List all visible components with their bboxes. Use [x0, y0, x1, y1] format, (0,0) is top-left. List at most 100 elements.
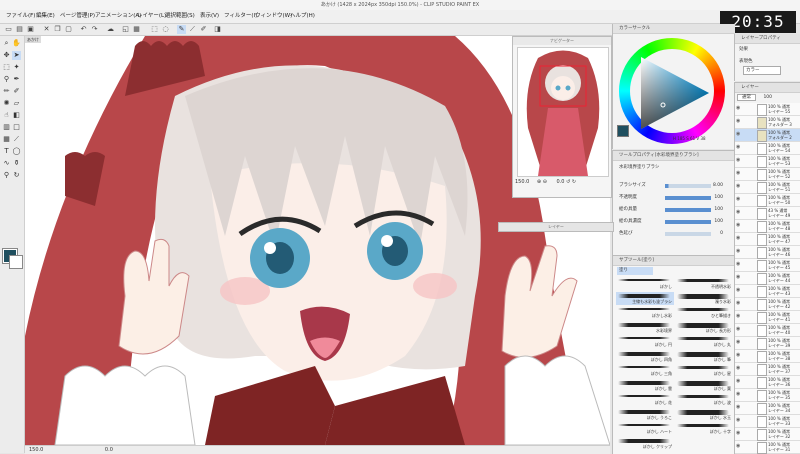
ruler-icon[interactable]: ⟋ — [188, 25, 197, 34]
visibility-eye-icon[interactable]: ◉ — [736, 392, 741, 397]
transform-icon[interactable]: ◱ — [121, 25, 130, 34]
menu-help[interactable]: ヘルプ(H) — [290, 10, 315, 23]
grid-icon[interactable]: ▦ — [132, 25, 141, 34]
menu-filter[interactable]: フィルター(I) — [224, 10, 257, 23]
airbrush-icon[interactable]: ✺ — [2, 99, 11, 108]
navigator-angle-value[interactable]: 0.0 — [557, 179, 565, 185]
prop-paint-density[interactable]: 絵の具濃度 100 — [619, 217, 729, 227]
visibility-eye-icon[interactable]: ◉ — [736, 314, 741, 319]
undo-icon[interactable]: ↶ — [79, 25, 88, 34]
layer-row[interactable]: ◉ 100 % 通常 レイヤー 32 — [735, 428, 800, 441]
visibility-eye-icon[interactable]: ◉ — [736, 418, 741, 423]
brush-preset[interactable]: ぼかし水彩 — [616, 306, 674, 319]
new-file-icon[interactable]: ▭ — [4, 25, 13, 34]
blend-icon[interactable]: ☝ — [2, 111, 11, 120]
visibility-eye-icon[interactable]: ◉ — [736, 106, 741, 111]
frame-icon[interactable]: ▦ — [2, 135, 11, 144]
brush-preset[interactable]: ぼかし 星 — [675, 364, 733, 377]
layer-row[interactable]: ◉ 100 % 通常 レイヤー 53 — [735, 155, 800, 168]
visibility-eye-icon[interactable]: ◉ — [736, 405, 741, 410]
visibility-eye-icon[interactable]: ◉ — [736, 301, 741, 306]
redo-icon[interactable]: ↷ — [90, 25, 99, 34]
menu-window[interactable]: ウィンドウ(W) — [255, 10, 292, 23]
visibility-eye-icon[interactable]: ◉ — [736, 366, 741, 371]
brush-preset[interactable]: 水彩境界 — [616, 321, 674, 334]
layer-row[interactable]: ◉ 100 % 通常 レイヤー 38 — [735, 350, 800, 363]
sub-tool-group-tab[interactable]: 塗り — [617, 267, 653, 275]
navigator-zoom-value[interactable]: 150.0 — [515, 179, 529, 185]
visibility-eye-icon[interactable]: ◉ — [736, 119, 741, 124]
layer-row[interactable]: ◉ 100 % 通常 レイヤー 51 — [735, 181, 800, 194]
visibility-eye-icon[interactable]: ◉ — [736, 379, 741, 384]
brush-preset[interactable]: ぼかし 円 — [616, 335, 674, 348]
prop-opacity[interactable]: 不透明度 100 — [619, 193, 729, 203]
eraser-icon[interactable]: ▱ — [12, 99, 21, 108]
lasso-icon[interactable]: ◌ — [161, 25, 170, 34]
current-color-swatch[interactable] — [617, 125, 629, 137]
brush-preset[interactable]: ぼかし 四角 — [616, 350, 674, 363]
layer-row[interactable]: ◉ 100 % 通常 レイヤー 47 — [735, 233, 800, 246]
layer-row[interactable]: ◉ 100 % 通常 レイヤー 31 — [735, 441, 800, 454]
pen-mode-icon[interactable]: ✎ — [177, 25, 186, 34]
ruler-tool-icon[interactable]: ⟋ — [12, 135, 21, 144]
brush-preset[interactable]: ぼかし クリップ — [616, 437, 674, 450]
menu-selection[interactable]: 選択範囲(S) — [165, 10, 195, 23]
brush-preset[interactable]: ぼかし 長方形 — [675, 321, 733, 334]
operation-icon[interactable]: ➤ — [12, 51, 21, 60]
brush-preset[interactable]: ぼかし 水玉 — [675, 408, 733, 421]
visibility-eye-icon[interactable]: ◉ — [736, 275, 741, 280]
cloud-icon[interactable]: ☁ — [106, 25, 115, 34]
brush-preset[interactable]: ぼかし うろこ — [616, 408, 674, 421]
brush-preset[interactable]: 濁り水彩 — [675, 292, 733, 305]
layer-row[interactable]: ◉ 100 % 通常 レイヤー 35 — [735, 389, 800, 402]
visibility-eye-icon[interactable]: ◉ — [736, 353, 741, 358]
selection-icon[interactable]: ⬚ — [2, 63, 11, 72]
brush-preset[interactable]: 不透明水彩 — [675, 277, 733, 290]
hand-icon[interactable]: ✋ — [12, 39, 21, 48]
menu-file[interactable]: ファイル(F) — [6, 10, 35, 23]
layer-row[interactable]: ◉ 100 % 通常 レイヤー 34 — [735, 402, 800, 415]
select-icon[interactable]: ⬚ — [150, 25, 159, 34]
visibility-eye-icon[interactable]: ◉ — [736, 210, 741, 215]
gradient-icon[interactable]: ▥ — [2, 123, 11, 132]
text-icon[interactable]: T — [2, 147, 11, 156]
layer-row[interactable]: ◉ 100 % 通常 レイヤー 48 — [735, 220, 800, 233]
fill-tool-icon[interactable]: ◧ — [12, 111, 21, 120]
opacity-value[interactable]: 100 — [763, 95, 772, 100]
layer-folder[interactable]: ◉ 100 % 通常 フォルダー 2 — [735, 129, 800, 142]
zoom-in-icon[interactable]: ⊕ — [537, 179, 541, 185]
layer-row[interactable]: ◉ 100 % 通常 レイヤー 36 — [735, 376, 800, 389]
brush-preset[interactable]: ぼかし 葉 — [675, 379, 733, 392]
layer-row[interactable]: ◉ 100 % 通常 レイヤー 43 — [735, 285, 800, 298]
brush-preset[interactable]: ぼかし 三角 — [616, 364, 674, 377]
layer-row[interactable]: ◉ 100 % 通常 レイヤー 45 — [735, 259, 800, 272]
prop-paint-amount[interactable]: 絵の具量 100 — [619, 205, 729, 215]
brush-preset[interactable]: ぼかし 筆 — [675, 350, 733, 363]
visibility-eye-icon[interactable]: ◉ — [736, 288, 741, 293]
brush-preset[interactable]: ぼかし 花 — [616, 393, 674, 406]
visibility-eye-icon[interactable]: ◉ — [736, 184, 741, 189]
visibility-eye-icon[interactable]: ◉ — [736, 132, 741, 137]
visibility-eye-icon[interactable]: ◉ — [736, 171, 741, 176]
visibility-eye-icon[interactable]: ◉ — [736, 197, 741, 202]
brush-icon[interactable]: ✐ — [199, 25, 208, 34]
brush-preset[interactable]: ひと筆描き — [675, 306, 733, 319]
clear-icon[interactable]: ✕ — [42, 25, 51, 34]
auto-select-icon[interactable]: ✦ — [12, 63, 21, 72]
hue-ring[interactable] — [619, 38, 725, 144]
pen-icon[interactable]: ✒ — [12, 75, 21, 84]
blend-mode-select[interactable]: 通常 — [737, 94, 756, 101]
visibility-eye-icon[interactable]: ◉ — [736, 236, 741, 241]
rotate-icon[interactable]: ↻ — [12, 171, 21, 180]
prop-color-stretch[interactable]: 色延び 0 — [619, 229, 729, 239]
layer-folder[interactable]: ◉ 100 % 通常 フォルダー 3 — [735, 116, 800, 129]
visibility-eye-icon[interactable]: ◉ — [736, 223, 741, 228]
balloon-icon[interactable]: ◯ — [12, 147, 21, 156]
visibility-eye-icon[interactable]: ◉ — [736, 145, 741, 150]
brush-preset[interactable]: ぼかし — [616, 277, 674, 290]
sub-color-swatch[interactable] — [9, 255, 23, 269]
saturation-triangle[interactable] — [633, 53, 713, 131]
canvas-tab[interactable]: あかけ — [25, 36, 41, 43]
layer-row[interactable]: ◉ 100 % 通常 レイヤー 54 — [735, 142, 800, 155]
zoom-out-icon[interactable]: ⊖ — [543, 179, 547, 185]
